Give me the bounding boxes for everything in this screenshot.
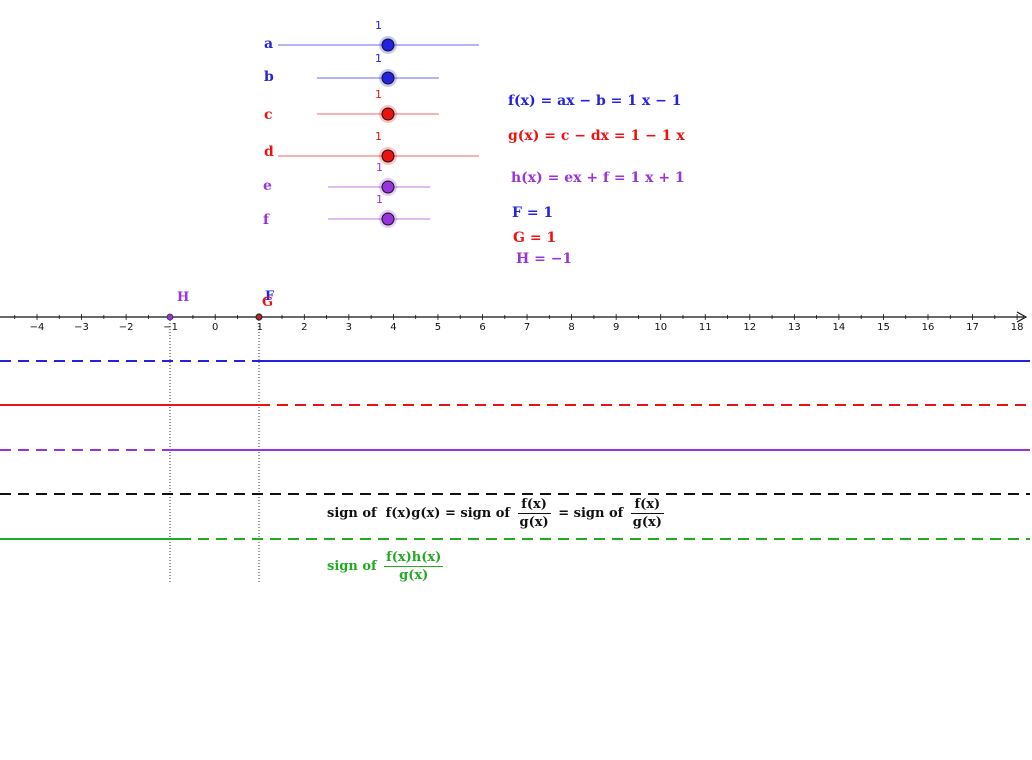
- axis-tick-label: 12: [743, 322, 756, 333]
- sign-quotient-prefix: sign of: [327, 559, 377, 574]
- slider-c-value: 1: [375, 88, 382, 101]
- slider-a-value: 1: [375, 19, 382, 32]
- quotient-denominator: g(x): [399, 568, 429, 583]
- slider-c-handle[interactable]: [379, 105, 397, 123]
- frac1-denominator: g(x): [519, 515, 549, 530]
- formula-h: h(x) = ex + f = 1 x + 1: [511, 170, 685, 186]
- slider-f-handle[interactable]: [379, 210, 397, 228]
- slider-e-value: 1: [376, 161, 383, 174]
- axis-tick-label: 9: [613, 322, 619, 333]
- slider-d-value: 1: [375, 130, 382, 143]
- formula-f: f(x) = ax − b = 1 x − 1: [508, 93, 682, 109]
- slider-a-label: a: [264, 36, 274, 52]
- quotient-numerator: f(x)h(x): [384, 550, 444, 567]
- axis-tick-label: 13: [788, 322, 801, 333]
- slider-f-label: f: [263, 212, 270, 228]
- frac2-denominator: g(x): [632, 515, 662, 530]
- value-H: H = −1: [516, 251, 573, 267]
- axis-tick-label: 10: [654, 322, 667, 333]
- axis-tick-label: −3: [74, 322, 89, 333]
- axis-tick-label: 8: [568, 322, 574, 333]
- sign-product-expr: f(x)g(x) = sign of: [385, 506, 510, 521]
- sign-product-mid: = sign of: [558, 506, 624, 521]
- axis-tick-label: 3: [346, 322, 352, 333]
- sign-quotient-frac: f(x)h(x) g(x): [384, 549, 444, 584]
- axis-tick-label: 18: [1011, 322, 1024, 333]
- point-H[interactable]: [166, 313, 174, 321]
- sign-product-frac1: f(x) g(x): [517, 496, 551, 531]
- value-G: G = 1: [513, 230, 557, 246]
- axis-tick-label: 7: [524, 322, 530, 333]
- x-axis: −4 −3 −2 −1 0 1 2 3 4 5 6 7 8 9 10 11 12 13 14 15 16 17 18: [0, 311, 1028, 333]
- slider-f-value: 1: [376, 193, 383, 206]
- axis-tick-label: −2: [119, 322, 134, 333]
- frac1-numerator: f(x): [517, 496, 551, 514]
- formula-g: g(x) = c − dx = 1 − 1 x: [508, 128, 685, 144]
- axis-tick-label: 11: [699, 322, 712, 333]
- frac2-numerator: f(x): [630, 496, 664, 514]
- slider-c-label: c: [264, 107, 273, 123]
- axis-tick-label: 17: [966, 322, 979, 333]
- axis-tick-label: −4: [30, 322, 45, 333]
- axis-tick-label: 2: [301, 322, 307, 333]
- axis-tick-label: 6: [479, 322, 485, 333]
- slider-b-handle[interactable]: [379, 69, 397, 87]
- axis-tick-label: 4: [390, 322, 396, 333]
- sign-product-text: sign of f(x)g(x) = sign of f(x) g(x) = s…: [327, 496, 667, 531]
- axis-tick-label: 15: [877, 322, 890, 333]
- value-F: F = 1: [512, 205, 554, 221]
- axis-tick-label: 0: [212, 322, 218, 333]
- graphics-view[interactable]: −4 −3 −2 −1 0 1 2 3 4 5 6 7 8 9 10 11 12 13 14 15 16 17 18: [0, 0, 1032, 760]
- axis-tick-label: −1: [163, 322, 178, 333]
- slider-b-label: b: [264, 69, 274, 85]
- point-G-label: G: [262, 295, 274, 310]
- point-H-label: H: [177, 290, 190, 305]
- axis-tick-label: 1: [257, 322, 263, 333]
- sign-product-prefix: sign of: [327, 506, 377, 521]
- slider-e-label: e: [263, 178, 272, 194]
- slider-b-value: 1: [375, 52, 382, 65]
- sign-product-frac2: f(x) g(x): [630, 496, 664, 531]
- point-G[interactable]: [256, 314, 262, 320]
- axis-tick-label: 5: [435, 322, 441, 333]
- slider-d-label: d: [264, 144, 274, 160]
- axis-tick-label: 16: [922, 322, 935, 333]
- axis-tick-label: 14: [833, 322, 846, 333]
- sign-quotient-text: sign of f(x)h(x) g(x): [327, 549, 446, 584]
